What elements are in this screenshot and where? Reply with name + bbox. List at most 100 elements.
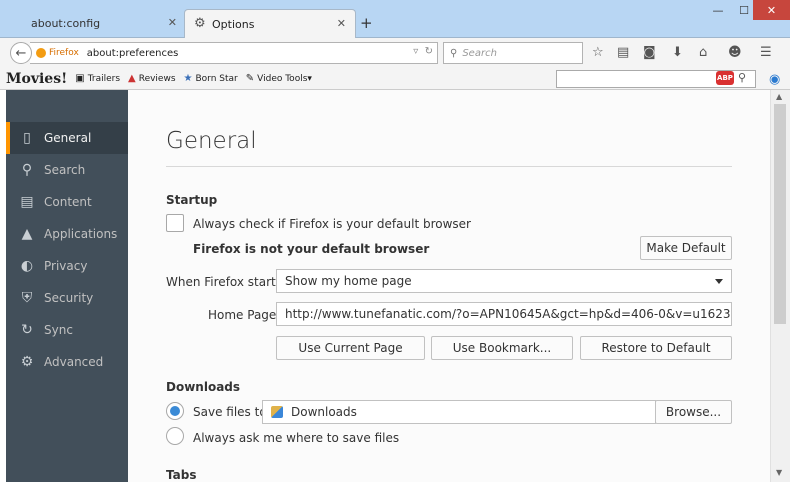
tab-label: Options — [212, 17, 255, 31]
menu-icon[interactable]: ☰ — [760, 45, 772, 60]
sidebar-item-general[interactable]: ▯ General — [6, 122, 128, 154]
adblock-icon[interactable]: ABP — [716, 71, 734, 85]
save-files-label: Save files to — [193, 405, 267, 419]
reload-icon[interactable]: ▿ ↻ — [413, 46, 433, 57]
back-button[interactable]: ← — [10, 42, 32, 64]
film-icon: ▣ — [75, 73, 85, 84]
page-title: General — [166, 128, 257, 154]
tab-strip: about:config ✕ ⚙ Options ✕ + — ☐ ✕ — [0, 0, 790, 38]
tabs-heading: Tabs — [166, 468, 197, 482]
sync-icon: ↻ — [21, 322, 33, 338]
search-icon: ⚲ — [21, 162, 33, 178]
use-bookmark-button[interactable]: Use Bookmark... — [431, 336, 573, 360]
sidebar-item-label: Advanced — [44, 355, 104, 369]
back-arrow-icon: ← — [15, 45, 27, 61]
always-ask-radio[interactable] — [166, 427, 184, 445]
tab-options[interactable]: ⚙ Options ✕ — [184, 9, 356, 38]
bookmark-star-icon[interactable]: ☆ — [592, 45, 604, 60]
sidebar-item-applications[interactable]: ▲ Applications — [6, 218, 128, 250]
when-starts-label: When Firefox starts: — [166, 275, 287, 289]
scrollbar-thumb[interactable] — [774, 104, 786, 324]
restore-default-button[interactable]: Restore to Default — [580, 336, 732, 360]
content-icon: ▤ — [20, 194, 34, 210]
sidebar-item-label: General — [44, 131, 92, 145]
toolbar-item-born-star[interactable]: ★ Born Star — [184, 73, 238, 84]
sidebar-item-content[interactable]: ▤ Content — [6, 186, 128, 218]
search-input[interactable]: ⚲ Search — [443, 42, 583, 64]
sidebar-item-label: Privacy — [44, 259, 88, 273]
pocket-icon[interactable]: ◙ — [643, 45, 656, 60]
toolbar-item-trailers[interactable]: ▣ Trailers — [75, 73, 120, 84]
hello-icon[interactable]: ☻ — [728, 45, 742, 60]
download-folder-field: Downloads — [262, 400, 656, 424]
sidebar-item-advanced[interactable]: ⚙ Advanced — [6, 346, 128, 378]
globe-icon[interactable]: ◉ — [769, 72, 780, 87]
browse-button[interactable]: Browse... — [655, 400, 732, 424]
tab-about-config[interactable]: about:config ✕ — [6, 9, 186, 38]
scroll-up-icon[interactable]: ▲ — [776, 92, 782, 101]
minimize-icon[interactable]: — — [705, 0, 731, 20]
tab-label: about:config — [31, 17, 101, 30]
sidebar-item-search[interactable]: ⚲ Search — [6, 154, 128, 186]
title-divider — [166, 166, 732, 167]
startup-select-value: Show my home page — [285, 274, 412, 288]
startup-heading: Startup — [166, 193, 218, 207]
home-icon[interactable]: ⌂ — [699, 45, 707, 60]
sidebar-item-security[interactable]: ⛨ Security — [6, 282, 128, 314]
preferences-content: General Startup Always check if Firefox … — [128, 90, 770, 482]
save-files-radio[interactable] — [166, 402, 184, 420]
firefox-icon — [36, 48, 46, 58]
advanced-icon: ⚙ — [20, 354, 34, 370]
general-icon: ▯ — [23, 130, 31, 146]
sidebar-item-label: Sync — [44, 323, 73, 337]
close-tab-icon[interactable]: ✕ — [337, 17, 346, 30]
toolbar-search-icon[interactable]: ⚲ — [738, 71, 746, 84]
download-folder-value: Downloads — [291, 405, 357, 419]
toolbar-item-label: Video Tools▾ — [257, 73, 312, 84]
default-browser-checkbox[interactable] — [166, 214, 184, 232]
toolbar-item-video-tools[interactable]: ✎ Video Tools▾ — [246, 73, 312, 84]
movies-logo[interactable]: Movies! — [6, 71, 67, 87]
toolbar-item-label: Trailers — [87, 73, 121, 84]
use-current-page-button[interactable]: Use Current Page — [276, 336, 425, 360]
navigation-bar: Firefox about:preferences ▿ ↻ ← ⚲ Search… — [0, 38, 790, 68]
gear-icon: ⚙ — [194, 16, 206, 31]
sidebar-item-label: Search — [44, 163, 86, 177]
content-scrollbar[interactable]: ▲ ▼ — [770, 90, 790, 482]
chevron-down-icon — [715, 279, 723, 284]
make-default-button[interactable]: Make Default — [640, 236, 732, 260]
home-page-value: http://www.tunefanatic.com/?o=APN10645A&… — [285, 307, 732, 321]
default-browser-status: Firefox is not your default browser — [193, 242, 430, 256]
window-close-icon[interactable]: ✕ — [753, 0, 790, 20]
url-bar[interactable]: Firefox about:preferences ▿ ↻ — [30, 42, 438, 64]
sidebar-item-privacy[interactable]: ◐ Privacy — [6, 250, 128, 282]
always-ask-label: Always ask me where to save files — [193, 431, 400, 445]
wrench-icon: ✎ — [245, 73, 255, 84]
startup-select[interactable]: Show my home page — [276, 269, 732, 293]
identity-label: Firefox — [49, 48, 79, 58]
identity-badge[interactable]: Firefox — [36, 48, 79, 58]
downloads-heading: Downloads — [166, 380, 241, 394]
sidebar-item-label: Content — [44, 195, 92, 209]
sidebar-item-label: Applications — [44, 227, 118, 241]
close-tab-icon[interactable]: ✕ — [168, 16, 177, 29]
default-browser-check-label: Always check if Firefox is your default … — [193, 217, 471, 231]
security-icon: ⛨ — [21, 290, 33, 306]
folder-icon — [271, 406, 283, 418]
home-page-input[interactable]: http://www.tunefanatic.com/?o=APN10645A&… — [276, 302, 732, 326]
search-icon: ⚲ — [450, 47, 458, 59]
scroll-down-icon[interactable]: ▼ — [776, 468, 782, 477]
reading-list-icon[interactable]: ▤ — [617, 45, 629, 60]
privacy-mask-icon: ◐ — [20, 258, 34, 274]
applications-icon: ▲ — [21, 226, 33, 242]
toolbar-bar: Movies! ▣ Trailers ▲ Reviews ★ Born Star… — [0, 68, 790, 90]
reviews-icon: ▲ — [128, 73, 136, 84]
downloads-icon[interactable]: ⬇ — [672, 45, 683, 60]
preferences-sidebar: ▯ General ⚲ Search ▤ Content ▲ Applicati… — [6, 90, 128, 482]
toolbar-item-reviews[interactable]: ▲ Reviews — [128, 73, 176, 84]
url-text: about:preferences — [86, 47, 179, 59]
search-placeholder: Search — [462, 47, 497, 59]
sidebar-item-sync[interactable]: ↻ Sync — [6, 314, 128, 346]
new-tab-icon[interactable]: + — [360, 14, 373, 32]
home-page-label: Home Page: — [208, 308, 281, 322]
